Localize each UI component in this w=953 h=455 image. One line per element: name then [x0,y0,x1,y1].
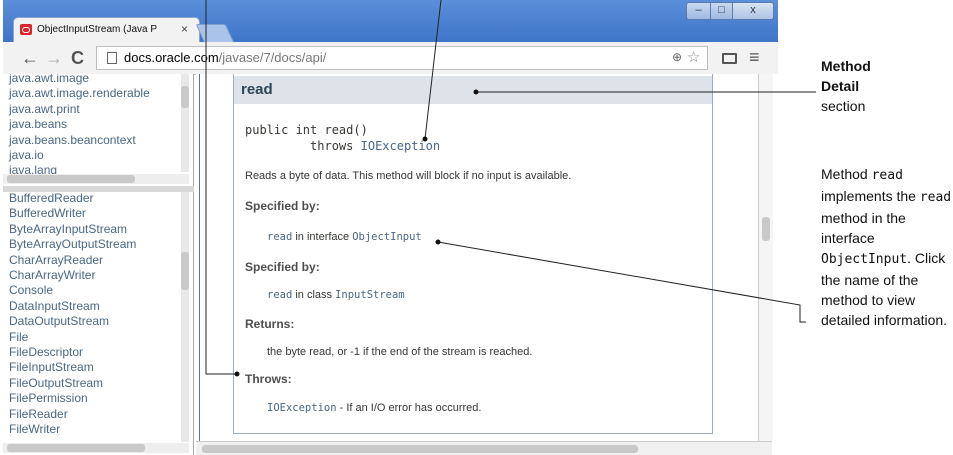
throws-exception-link[interactable]: IOException [267,402,337,414]
class-list-item[interactable]: CharArrayWriter [9,268,136,283]
class-list-item[interactable]: FileDescriptor [9,345,136,360]
tab-title: ObjectInputStream (Java P [37,24,158,35]
specified-by-text-1: in interface [292,231,353,243]
class-list-hscroll-thumb[interactable] [7,444,145,452]
url-text[interactable]: docs.oracle.com/javase/7/docs/api/ [124,50,326,65]
class-list-scroll-thumb[interactable] [181,252,189,290]
callout-read-code-3: ObjectInput [821,252,908,267]
url-path: /javase/7/docs/api/ [218,50,327,65]
content-hscrollbar[interactable] [196,441,772,455]
page-icon [107,52,117,64]
package-list-scrollbar[interactable] [181,74,189,172]
class-list-scrollbar[interactable] [181,192,189,442]
class-list-item[interactable]: CharArrayReader [9,253,136,268]
class-list-item[interactable]: ByteArrayInputStream [9,222,136,237]
class-list-item[interactable]: BufferedWriter [9,206,136,221]
package-list-item[interactable]: java.beans.beancontext [9,133,150,148]
new-tab-button[interactable] [195,24,235,43]
input-stream-link[interactable]: InputStream [335,289,405,301]
package-list-item[interactable]: java.awt.image [9,74,150,86]
class-list-item[interactable]: FileOutputStream [9,376,136,391]
class-list-item[interactable]: DataInputStream [9,299,136,314]
browser-window: ObjectInputStream (Java P × – □ x ← → C … [3,0,778,455]
specified-by-text-2: in class [292,289,336,301]
reload-icon[interactable]: C [71,48,84,68]
callout-read-code-1: read [871,168,903,183]
callout-read-text-2: implements the [821,188,920,204]
specified-by-method-link-2[interactable]: read [267,289,292,301]
throws-value: IOException - If an I/O error has occurr… [267,402,481,414]
method-detail-callout: Method Detail section [821,56,871,116]
specified-by-value-2: read in class InputStream [267,289,405,301]
class-list-item[interactable]: FileInputStream [9,360,136,375]
package-list-item[interactable]: java.awt.print [9,102,150,117]
callout-detail-line1: Method [821,58,871,74]
signature-declaration: public int read() [245,123,368,137]
class-list-item[interactable]: Console [9,283,136,298]
callout-read-text-3: method in the interface [821,210,906,246]
content-vscroll-thumb[interactable] [762,217,770,241]
zoom-icon[interactable]: ⊕ [672,50,682,64]
method-name-heading: read [241,81,273,98]
class-list-frame: BufferedReader BufferedWriter ByteArrayInp… [3,192,194,455]
specified-by-label-2: Specified by: [245,260,320,274]
close-window-button[interactable]: x [732,2,774,20]
class-list-item[interactable]: FileWriter [9,422,136,437]
address-bar[interactable]: docs.oracle.com/javase/7/docs/api/ ⊕ ☆ [96,46,708,70]
package-list-scroll-thumb[interactable] [181,86,189,108]
package-list-hscrollbar[interactable] [3,174,189,184]
throws-label: Throws: [245,372,292,386]
package-list-item[interactable]: java.beans [9,117,150,132]
browser-toolbar: ← → C docs.oracle.com/javase/7/docs/api/… [3,42,778,75]
browser-tab[interactable]: ObjectInputStream (Java P × [13,17,200,42]
class-list-item[interactable]: DataOutputStream [9,314,136,329]
minimize-button[interactable]: – [686,2,711,20]
package-list: java.awt.image java.awt.image.renderable j… [9,74,150,179]
content-hscroll-thumb[interactable] [202,445,638,453]
returns-value: the byte read, or -1 if the end of the s… [267,346,533,358]
object-input-link[interactable]: ObjectInput [352,231,422,243]
package-list-frame: java.awt.image java.awt.image.renderable j… [3,74,194,186]
method-signature: public int read() throws IOException [245,122,440,154]
class-list-item[interactable]: FilePermission [9,391,136,406]
content-frame: read public int read() throws IOExceptio… [196,74,778,455]
callout-detail-line2: Detail [821,78,860,94]
callout-detail-line3: section [821,98,866,114]
class-list: BufferedReader BufferedWriter ByteArrayInp… [9,192,136,438]
forward-arrow-icon[interactable]: → [45,48,63,68]
title-bar: ObjectInputStream (Java P × – □ x [3,0,778,43]
specified-by-label-1: Specified by: [245,199,320,213]
package-list-item[interactable]: java.io [9,148,150,163]
class-list-item[interactable]: File [9,330,136,345]
throws-description: - If an I/O error has occurred. [336,402,482,414]
specified-by-method-link-1[interactable]: read [267,231,292,243]
tab-close-icon[interactable]: × [181,22,188,36]
signature-exception-link[interactable]: IOException [361,139,440,153]
package-list-hscroll-thumb[interactable] [7,175,135,183]
menu-icon[interactable]: ≡ [749,47,760,68]
package-list-item[interactable]: java.awt.image.renderable [9,86,150,101]
cast-icon[interactable] [722,53,737,64]
oracle-favicon-icon [20,24,32,35]
back-arrow-icon[interactable]: ← [21,48,39,68]
class-list-item[interactable]: ByteArrayOutputStream [9,237,136,252]
content-left-border [199,74,200,441]
class-list-hscrollbar[interactable] [3,443,189,453]
bookmark-star-icon[interactable]: ☆ [687,48,700,66]
callout-read-code-2: read [919,190,952,205]
method-detail-section: read public int read() throws IOExceptio… [233,74,713,434]
class-list-item[interactable]: FileReader [9,407,136,422]
content-vscrollbar[interactable] [758,74,773,441]
method-detail-header: read [234,76,712,104]
method-description: Reads a byte of data. This method will b… [245,170,572,182]
callout-read-text-1: Method [821,166,872,182]
returns-label: Returns: [245,317,295,331]
class-list-item[interactable]: BufferedReader [9,192,136,206]
specified-by-value-1: read in interface ObjectInput [267,231,422,243]
maximize-button[interactable]: □ [710,2,733,20]
url-host: docs.oracle.com [124,50,219,65]
read-method-callout: Method read implements the read method i… [821,164,953,330]
signature-throws: throws [310,139,354,153]
